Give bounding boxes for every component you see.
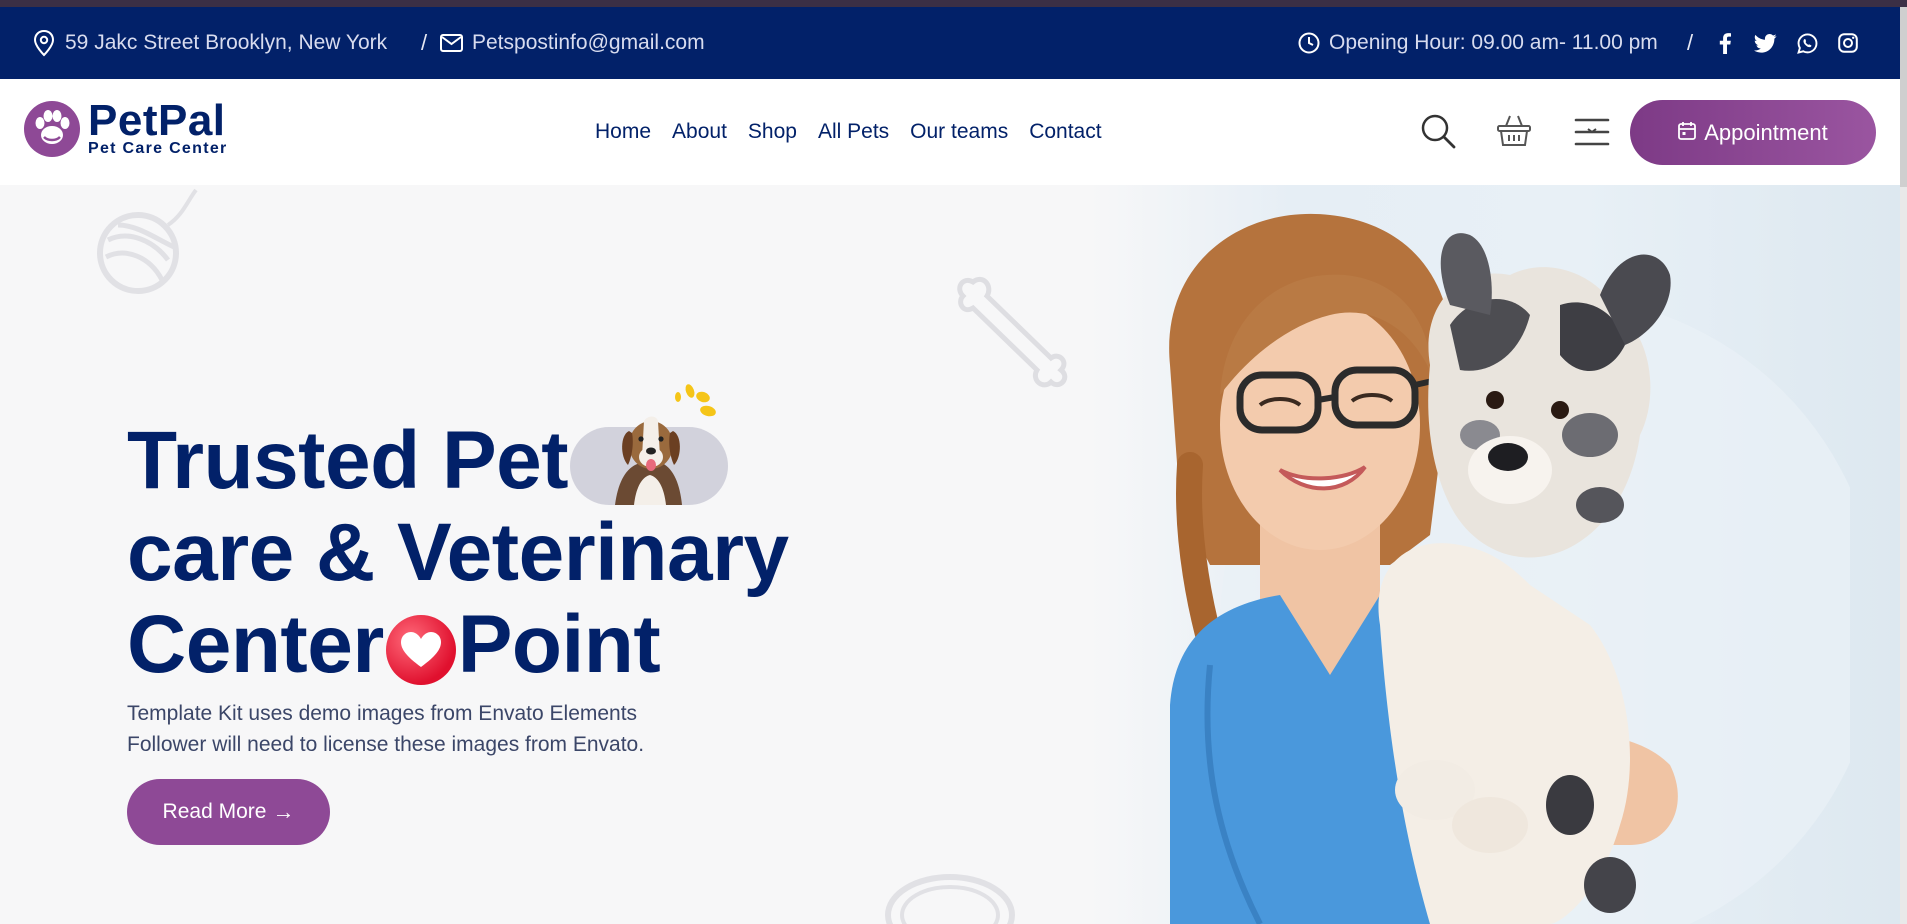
cart-basket-icon[interactable] xyxy=(1496,114,1532,153)
appointment-label: Appointment xyxy=(1704,119,1828,145)
appointment-button[interactable]: Appointment xyxy=(1630,100,1876,165)
email-info[interactable]: Petspostinfo@gmail.com xyxy=(440,7,705,79)
instagram-icon[interactable] xyxy=(1838,33,1858,53)
primary-menu: Home About Shop All Pets Our teams Conta… xyxy=(595,79,1123,185)
nav-home[interactable]: Home xyxy=(595,120,651,144)
headline-line-2: care & Veterinary xyxy=(127,507,789,598)
pet-collar-icon xyxy=(880,865,1020,924)
headline-line-3b: Point xyxy=(457,599,661,690)
nav-all-pets[interactable]: All Pets xyxy=(818,120,889,144)
calendar-icon xyxy=(1678,120,1704,146)
hours-text: Opening Hour: 09.00 am- 11.00 pm xyxy=(1329,31,1658,54)
whatsapp-link[interactable] xyxy=(1797,7,1818,79)
nav-shop[interactable]: Shop xyxy=(748,120,797,144)
mail-icon xyxy=(440,34,463,52)
page: 59 Jakc Street Brooklyn, New York / Pets… xyxy=(0,0,1907,924)
brand-tagline: Pet Care Center xyxy=(88,140,228,157)
facebook-link[interactable] xyxy=(1718,7,1732,79)
top-info-bar: 59 Jakc Street Brooklyn, New York / Pets… xyxy=(0,7,1900,79)
clock-icon xyxy=(1298,32,1320,54)
read-more-button[interactable]: Read More → xyxy=(127,779,330,845)
paw-logo-icon xyxy=(24,101,80,157)
location-pin-icon xyxy=(33,29,55,57)
nav-about[interactable]: About xyxy=(672,120,727,144)
scrollbar-thumb[interactable] xyxy=(1900,7,1907,187)
search-icon[interactable] xyxy=(1419,112,1457,155)
address-info: 59 Jakc Street Brooklyn, New York xyxy=(33,7,387,79)
beagle-pill-image xyxy=(570,384,729,506)
twitter-link[interactable] xyxy=(1754,7,1777,79)
email-link[interactable]: Petspostinfo@gmail.com xyxy=(472,31,705,55)
read-more-label: Read More xyxy=(162,800,267,823)
facebook-icon[interactable] xyxy=(1718,32,1732,54)
nav-contact[interactable]: Contact xyxy=(1029,120,1101,144)
heart-icon xyxy=(385,615,456,686)
hours-separator: / xyxy=(1687,30,1694,55)
hero-description: Template Kit uses demo images from Envat… xyxy=(127,698,644,760)
brand-name: PetPal xyxy=(88,96,226,145)
headline-line-3a: Center xyxy=(127,599,384,690)
hero-headline: Trusted Pet care & Veterinary Center Poi… xyxy=(127,384,789,691)
yarn-ball-icon xyxy=(88,185,208,300)
opening-hours: Opening Hour: 09.00 am- 11.00 pm xyxy=(1298,7,1658,79)
nav-our-teams[interactable]: Our teams xyxy=(910,120,1008,144)
hamburger-menu-icon[interactable] xyxy=(1574,117,1610,152)
headline-line-1: Trusted Pet xyxy=(127,415,569,506)
arrow-right-icon: → xyxy=(272,799,295,824)
twitter-icon[interactable] xyxy=(1754,33,1777,53)
browser-top-line xyxy=(0,0,1907,7)
address-text: 59 Jakc Street Brooklyn, New York xyxy=(65,31,388,54)
whatsapp-icon[interactable] xyxy=(1797,32,1818,54)
bone-icon xyxy=(955,270,1070,400)
hero-description-line-2: Follower will need to license these imag… xyxy=(127,733,645,756)
brand-logo[interactable]: PetPal Pet Care Center xyxy=(24,96,228,157)
hero-section: Trusted Pet care & Veterinary Center Poi… xyxy=(0,185,1900,924)
vet-holding-dog-image xyxy=(1130,205,1880,924)
instagram-link[interactable] xyxy=(1838,7,1858,79)
main-navbar: PetPal Pet Care Center Home About Shop A… xyxy=(0,79,1900,185)
hero-description-line-1: Template Kit uses demo images from Envat… xyxy=(127,702,638,725)
address-separator: / xyxy=(421,30,428,55)
